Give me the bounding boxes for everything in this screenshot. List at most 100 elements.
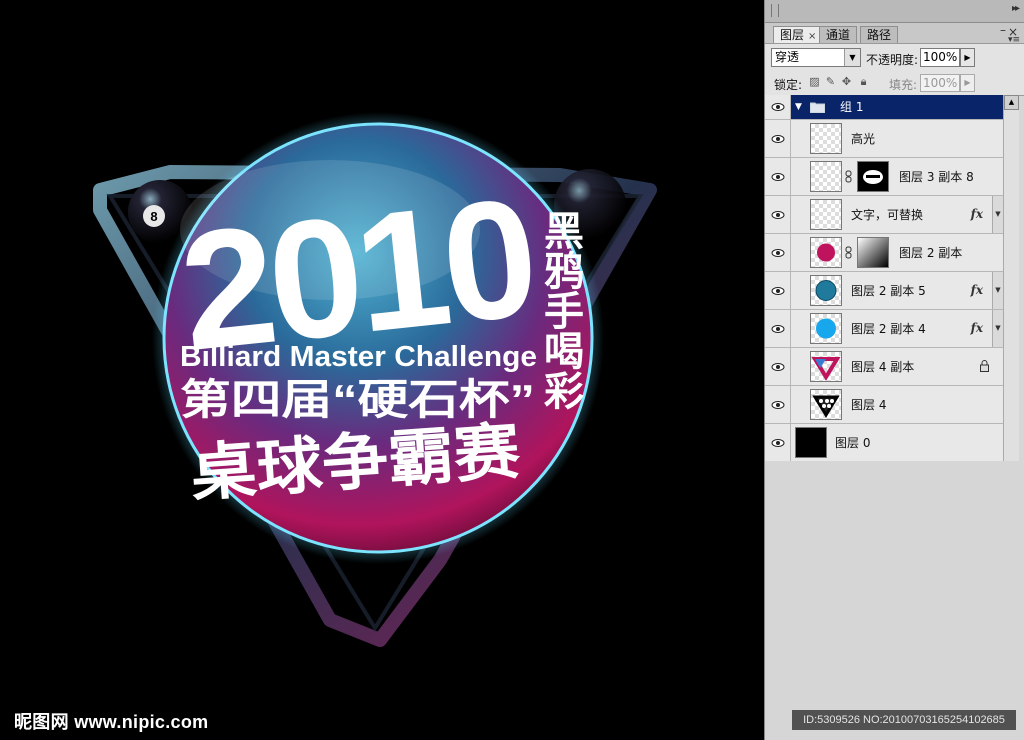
layer-thumbnail — [810, 351, 842, 382]
visibility-toggle[interactable] — [765, 348, 791, 385]
eye-icon[interactable] — [771, 362, 785, 372]
lock-position-move-icon[interactable]: ✥ — [840, 75, 853, 88]
layer-thumbnail — [810, 313, 842, 344]
layer-row[interactable]: 图层 0 — [765, 424, 1003, 462]
layer-name: 图层 4 — [851, 398, 887, 412]
subtitle-en-text: Billiard Master Challenge — [180, 341, 537, 373]
opacity-label: 不透明度: — [866, 53, 919, 67]
layer-row[interactable]: 图层 2 副本 5 fx ▼ — [765, 272, 1003, 310]
layer-row-group[interactable]: ▼ 组 1 — [765, 95, 1003, 120]
expand-effects-icon[interactable]: ▼ — [992, 310, 1003, 347]
layer-row[interactable]: 图层 4 — [765, 386, 1003, 424]
layer-name: 图层 2 副本 4 — [851, 322, 926, 336]
layer-name: 图层 2 副本 — [899, 246, 963, 260]
panel-title-bar[interactable]: ▸▸ — [765, 0, 1024, 23]
eight-ball-number: 8 — [150, 209, 157, 224]
fx-icon[interactable]: fx — [971, 321, 983, 335]
layer-thumbnail — [810, 237, 842, 268]
eye-icon[interactable] — [771, 438, 785, 448]
tab-paths-label: 路径 — [867, 28, 892, 42]
fx-icon[interactable]: fx — [971, 283, 983, 297]
layer-thumbnail — [810, 199, 842, 230]
collapse-icon[interactable]: ▸▸ — [1012, 3, 1020, 14]
watermark-text: 昵图网 www.nipic.com — [14, 712, 209, 732]
link-icon[interactable] — [845, 246, 852, 259]
folder-icon — [810, 102, 825, 113]
layers-panel: ▸▸ 图层 × 通道 路径 – × ▾≡ 穿透 ▼ 不透明度: 100% ▶ 锁定… — [764, 0, 1024, 740]
visibility-toggle[interactable] — [765, 310, 791, 347]
lock-all-icon[interactable]: 🔒︎ — [857, 75, 870, 88]
side-vertical-text: 黑鸦手喝彩 — [538, 210, 584, 410]
opacity-slider-toggle-icon[interactable]: ▶ — [960, 48, 975, 67]
layer-thumbnail — [810, 275, 842, 306]
layer-row[interactable]: 高光 — [765, 120, 1003, 158]
layers-list: ▼ 组 1 高光 图层 3 副本 8 文字，可替换 fx ▼ 图层 2 副本 图… — [765, 95, 1003, 462]
lock-image-pixels-brush-icon[interactable]: ✎ — [824, 75, 837, 88]
eye-icon[interactable] — [771, 134, 785, 144]
visibility-toggle[interactable] — [765, 120, 791, 157]
visibility-toggle[interactable] — [765, 272, 791, 309]
layer-thumbnail — [810, 389, 842, 420]
visibility-toggle[interactable] — [765, 158, 791, 195]
visibility-toggle[interactable] — [765, 95, 791, 119]
fx-icon[interactable]: fx — [971, 207, 983, 221]
panel-empty-area — [765, 461, 1021, 707]
layer-name: 高光 — [851, 132, 876, 146]
document-canvas[interactable]: 8 2010 Billiard Master Challenge 第四届“硬石杯… — [0, 0, 764, 740]
expand-effects-icon[interactable]: ▼ — [992, 196, 1003, 233]
opacity-input[interactable]: 100% — [920, 48, 960, 67]
eye-icon[interactable] — [771, 102, 785, 112]
scroll-up-icon[interactable]: ▲ — [1004, 95, 1019, 110]
minimize-icon[interactable]: – — [1000, 23, 1006, 37]
blend-mode-select[interactable]: 穿透 ▼ — [771, 48, 861, 67]
layer-thumbnail — [810, 123, 842, 154]
eye-icon[interactable] — [771, 172, 785, 182]
blend-options-row: 穿透 ▼ 不透明度: 100% ▶ — [765, 44, 1024, 70]
layer-thumbnail — [810, 161, 842, 192]
layer-row[interactable]: 图层 3 副本 8 — [765, 158, 1003, 196]
fill-slider-toggle-icon[interactable]: ▶ — [960, 74, 975, 92]
lock-transparent-pixels-icon[interactable]: ▨ — [808, 75, 821, 88]
visibility-toggle[interactable] — [765, 386, 791, 423]
blend-mode-value: 穿透 — [775, 50, 800, 64]
lock-label: 锁定: — [774, 78, 803, 92]
tab-paths[interactable]: 路径 — [860, 26, 899, 43]
layer-row[interactable]: 文字，可替换 fx ▼ — [765, 196, 1003, 234]
layer-row[interactable]: 图层 2 副本 4 fx ▼ — [765, 310, 1003, 348]
tab-close-icon[interactable]: × — [808, 31, 816, 42]
visibility-toggle[interactable] — [765, 424, 791, 461]
panel-grip-icon[interactable] — [771, 4, 779, 17]
layer-name: 文字，可替换 — [851, 208, 924, 222]
visibility-toggle[interactable] — [765, 196, 791, 233]
eye-icon[interactable] — [771, 400, 785, 410]
tab-layers[interactable]: 图层 × — [773, 26, 824, 43]
layer-mask-thumbnail — [857, 237, 889, 268]
layer-name: 组 1 — [840, 100, 864, 114]
tab-channels-label: 通道 — [826, 28, 851, 42]
layer-thumbnail — [795, 427, 827, 458]
lock-icon — [980, 360, 989, 372]
disclosure-triangle-icon[interactable]: ▼ — [795, 102, 802, 112]
eye-icon[interactable] — [771, 210, 785, 220]
layer-row[interactable]: 图层 2 副本 — [765, 234, 1003, 272]
image-id-bar: ID:5309526 NO:20100703165254102685 — [792, 710, 1016, 730]
lock-options-row: 锁定: ▨ ✎ ✥ 🔒︎ 填充: 100% ▶ — [765, 70, 1024, 96]
eye-icon[interactable] — [771, 324, 785, 334]
fill-input[interactable]: 100% — [920, 74, 960, 92]
layer-name: 图层 0 — [835, 436, 871, 450]
chevron-down-icon[interactable]: ▼ — [844, 49, 860, 66]
title-cn-line1: 第四届“硬石杯” — [180, 376, 535, 423]
visibility-toggle[interactable] — [765, 234, 791, 271]
poster-artwork: 8 2010 Billiard Master Challenge 第四届“硬石杯… — [93, 112, 657, 647]
panel-tabs: 图层 × 通道 路径 – × ▾≡ — [765, 23, 1024, 45]
layer-name: 图层 4 副本 — [851, 360, 915, 374]
layer-row[interactable]: 图层 4 副本 — [765, 348, 1003, 386]
fill-label: 填充: — [889, 78, 918, 92]
eye-icon[interactable] — [771, 248, 785, 258]
tab-layers-label: 图层 — [780, 28, 805, 42]
eye-icon[interactable] — [771, 286, 785, 296]
link-icon[interactable] — [845, 170, 852, 183]
expand-effects-icon[interactable]: ▼ — [992, 272, 1003, 309]
tab-channels[interactable]: 通道 — [819, 26, 858, 43]
layers-scrollbar[interactable]: ▲ — [1003, 95, 1019, 461]
